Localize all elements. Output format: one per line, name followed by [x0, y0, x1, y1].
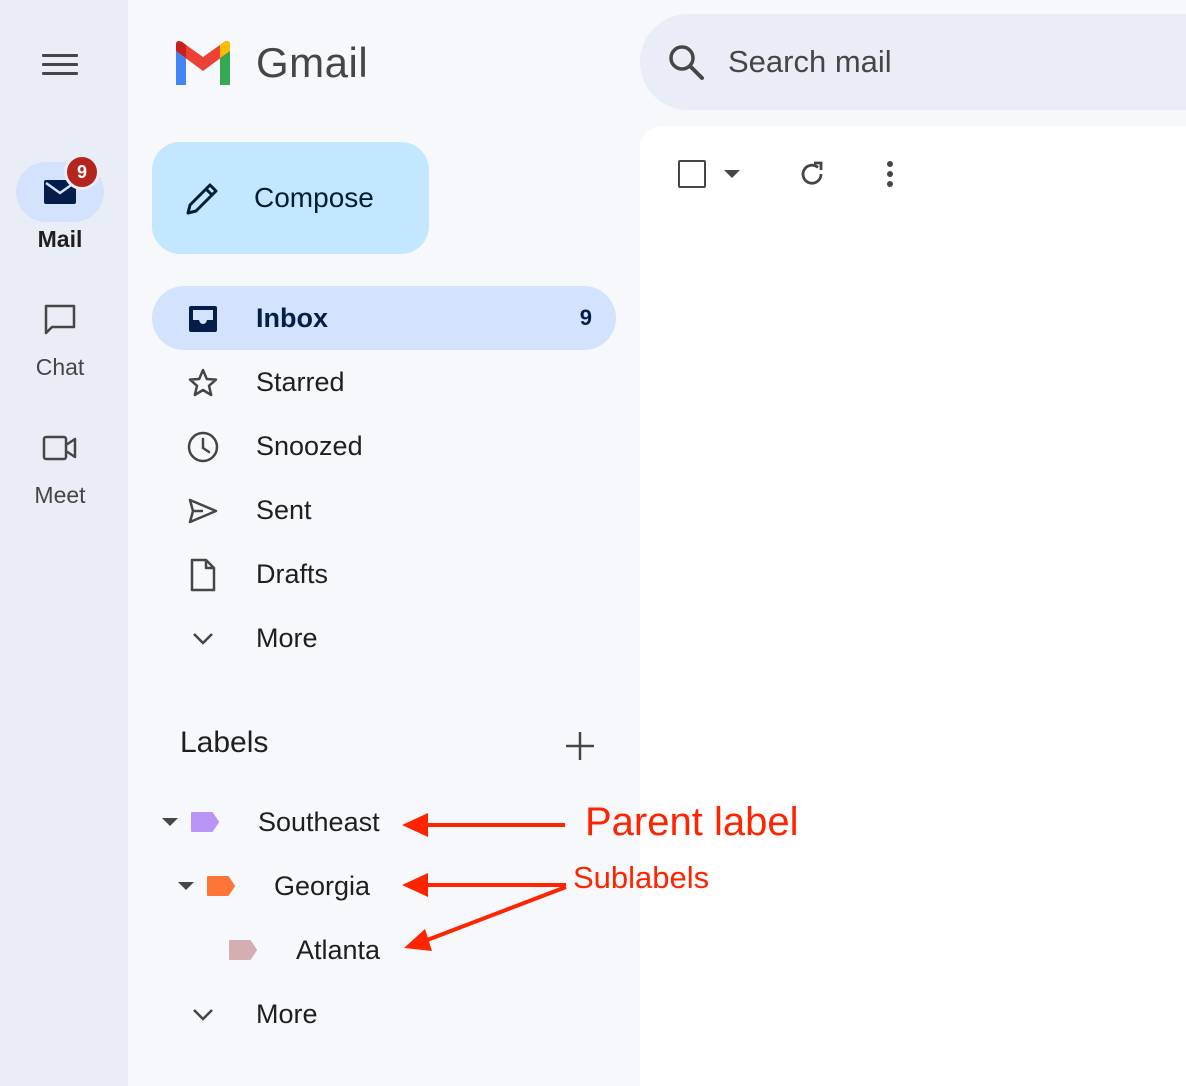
mail-unread-badge: 9 [64, 154, 100, 190]
rail-chat[interactable]: Chat [0, 290, 120, 381]
clock-icon [186, 430, 220, 464]
rail-mail-pill: 9 [16, 154, 104, 222]
rail-mail-label: Mail [37, 226, 83, 252]
search-input[interactable]: Search mail [728, 44, 892, 80]
inbox-icon [186, 302, 220, 336]
video-camera-icon [42, 435, 77, 461]
rail-chat-pill [16, 290, 104, 350]
gmail-m-icon [176, 41, 230, 85]
label-tag-icon [191, 812, 219, 832]
label-southeast-text: Southeast [258, 806, 380, 837]
nav-starred[interactable]: Starred [152, 350, 616, 414]
main-menu-button[interactable] [40, 50, 80, 80]
star-icon [186, 366, 220, 400]
draft-icon [186, 558, 220, 592]
label-georgia-text: Georgia [274, 870, 371, 901]
chevron-down-icon [186, 998, 220, 1032]
search-bar[interactable]: Search mail [640, 14, 1186, 110]
collapse-caret-icon[interactable] [178, 882, 194, 890]
nav-snoozed-label: Snoozed [256, 430, 363, 461]
label-tag-icon [207, 876, 235, 896]
label-georgia[interactable]: Georgia [176, 856, 370, 916]
create-label-icon[interactable] [562, 728, 598, 764]
send-icon [186, 494, 220, 528]
label-atlanta[interactable]: Atlanta [228, 920, 380, 980]
nav-drafts-label: Drafts [256, 558, 329, 589]
rail-meet[interactable]: Meet [0, 418, 120, 509]
more-vertical-icon[interactable] [878, 158, 902, 190]
gmail-wordmark: Gmail [256, 39, 369, 86]
label-southeast[interactable]: Southeast [160, 792, 380, 852]
inbox-unread-count: 9 [579, 305, 592, 330]
compose-button[interactable]: Compose [152, 142, 429, 254]
select-options-caret-icon[interactable] [724, 170, 740, 178]
compose-label: Compose [254, 182, 374, 213]
gmail-logo[interactable]: Gmail [172, 36, 368, 90]
select-all-checkbox[interactable] [678, 160, 706, 188]
labels-more-label: More [256, 998, 318, 1029]
nav-drafts[interactable]: Drafts [152, 542, 616, 606]
rail-meet-label: Meet [34, 482, 86, 508]
message-list-panel [640, 126, 1186, 1086]
label-atlanta-text: Atlanta [296, 934, 381, 965]
search-icon[interactable] [666, 42, 706, 82]
collapse-caret-icon[interactable] [162, 818, 178, 826]
annotation-sublabels: Sublabels [573, 860, 710, 895]
nav-sent[interactable]: Sent [152, 478, 616, 542]
nav-starred-label: Starred [256, 366, 345, 397]
nav-more[interactable]: More [152, 606, 616, 670]
nav-more-label: More [256, 622, 318, 653]
nav-sent-label: Sent [256, 494, 312, 525]
pencil-icon [186, 183, 218, 215]
nav-inbox[interactable]: Inbox 9 [152, 286, 616, 350]
refresh-icon[interactable] [796, 158, 828, 190]
labels-heading: Labels [180, 726, 269, 759]
nav-inbox-label: Inbox [256, 302, 328, 333]
nav-snoozed[interactable]: Snoozed [152, 414, 616, 478]
labels-more[interactable]: More [152, 982, 616, 1046]
chat-icon [44, 304, 76, 335]
annotation-parent-label: Parent label [585, 800, 799, 844]
rail-meet-pill [16, 418, 104, 478]
rail-chat-label: Chat [35, 354, 85, 380]
chevron-down-icon [186, 622, 220, 656]
rail-mail[interactable]: 9 Mail [0, 154, 120, 253]
label-tag-icon [229, 940, 257, 960]
